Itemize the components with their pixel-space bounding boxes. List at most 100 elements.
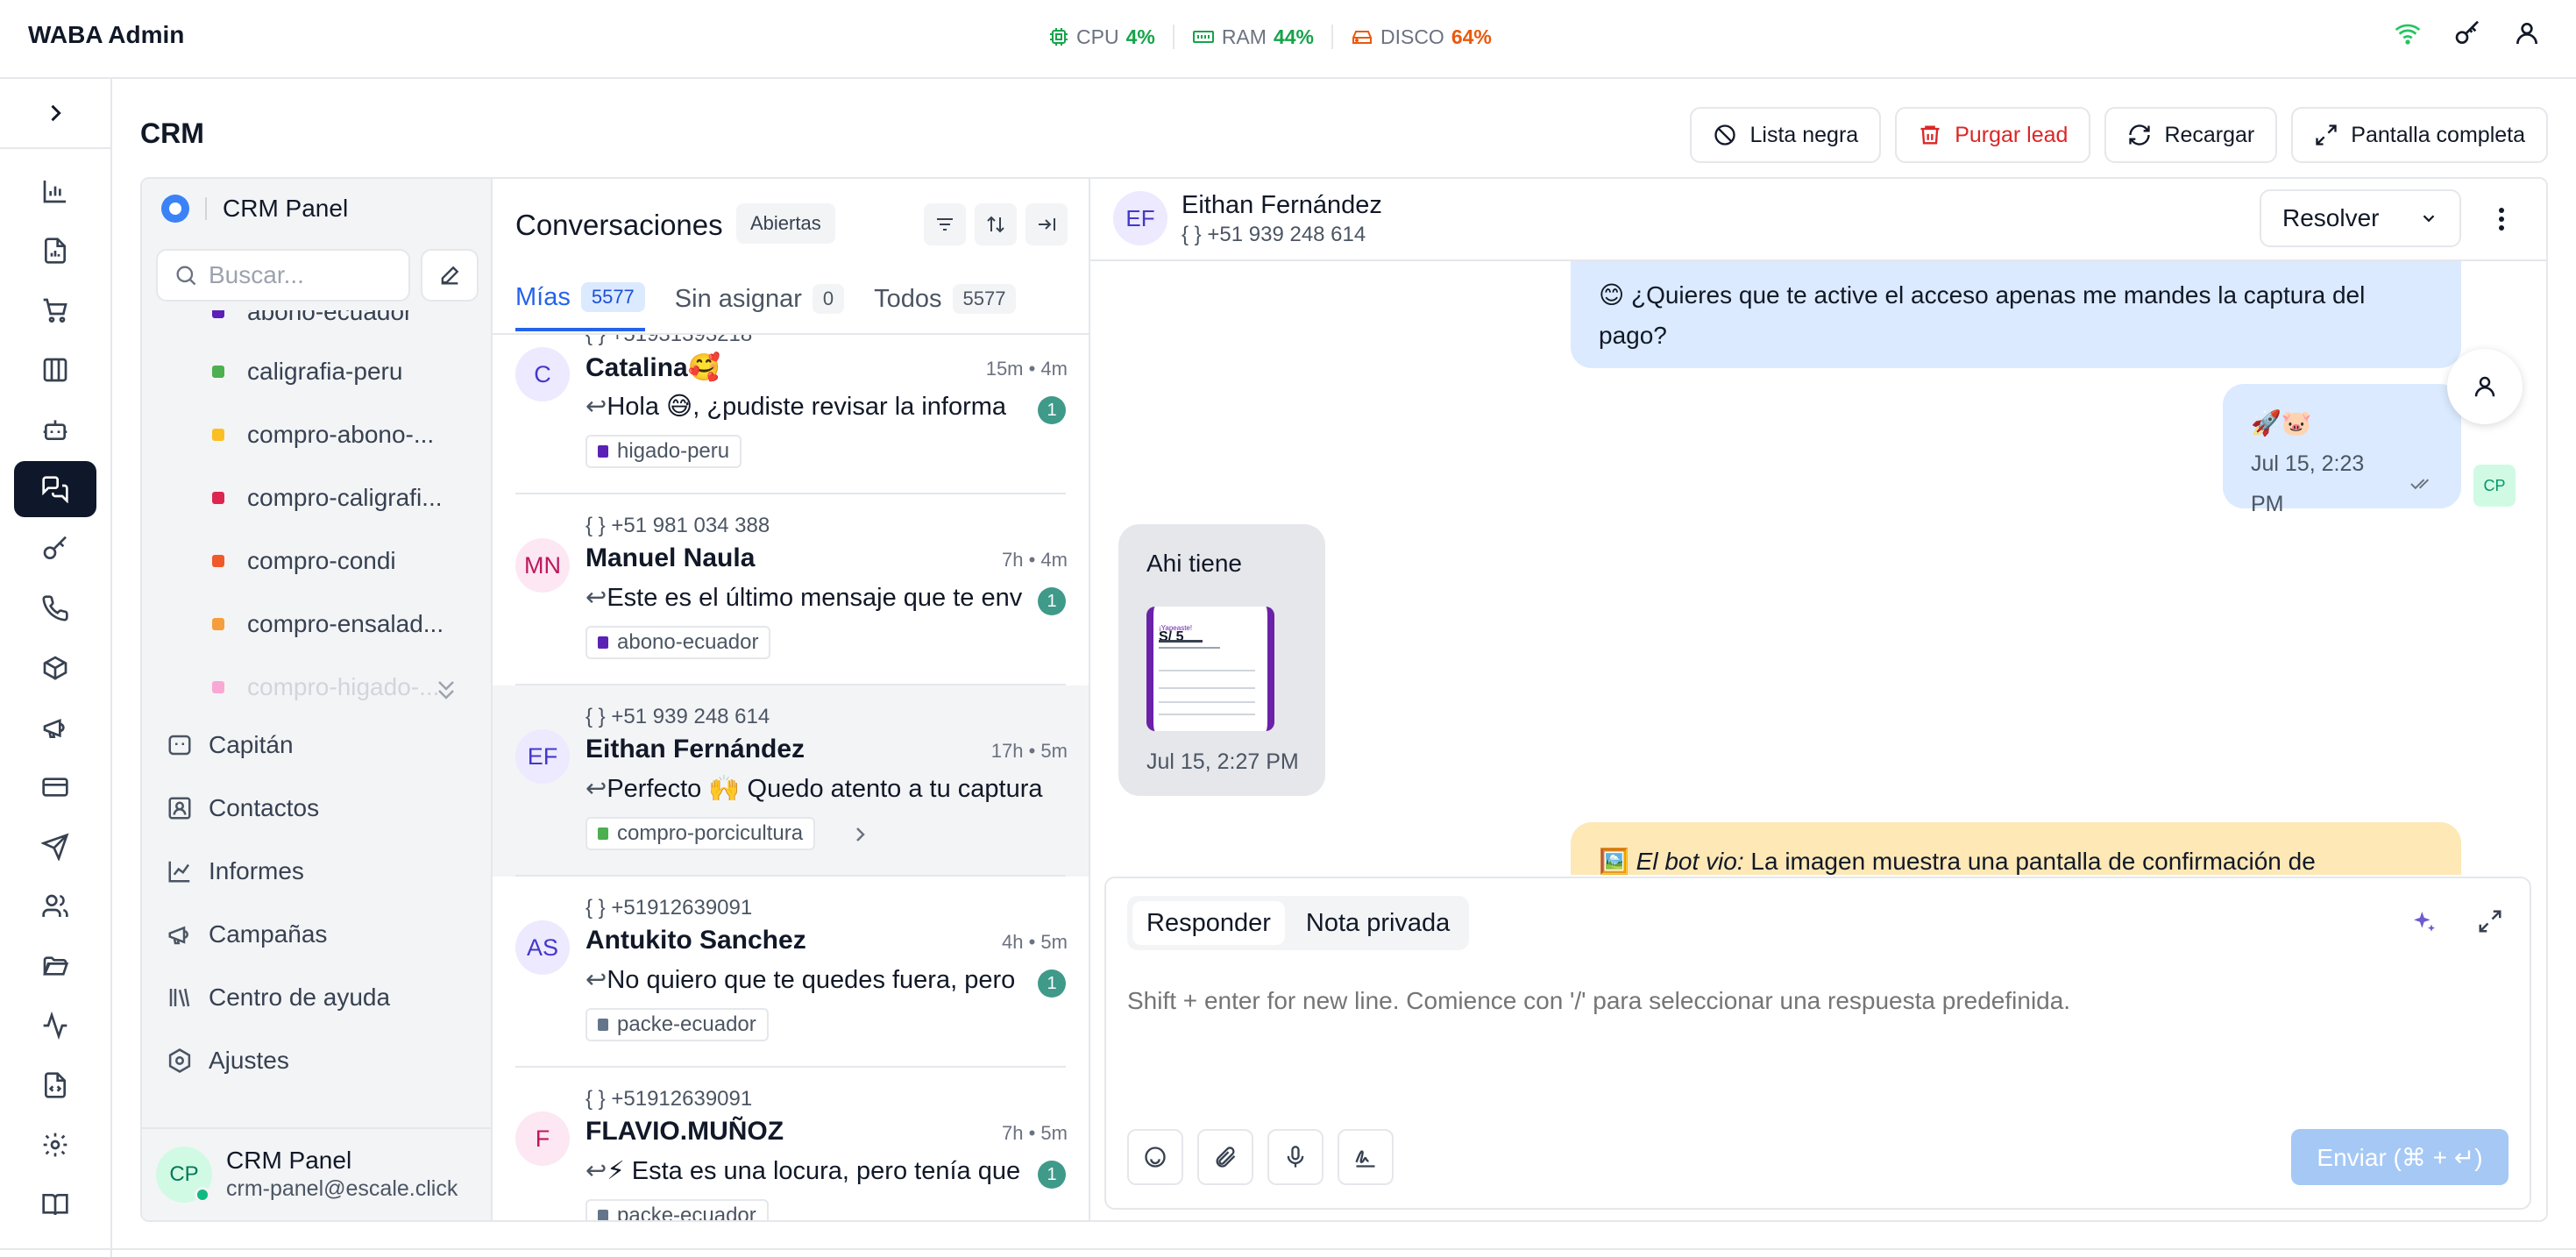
rail-documents[interactable] [14,223,96,279]
rail-billing[interactable] [14,759,96,815]
unread-badge: 1 [1038,587,1066,615]
online-status-icon [195,1187,210,1203]
hard-drive-icon [1352,31,1372,44]
voice-button[interactable] [1267,1129,1323,1185]
rail-keys[interactable] [14,521,96,577]
status-badge[interactable]: Abiertas [736,203,835,244]
label-tag: packe-ecuador [585,1008,769,1041]
search-field[interactable]: Buscar... [156,249,410,302]
signature-button[interactable] [1338,1129,1394,1185]
key-icon[interactable] [2453,19,2481,47]
rail-users[interactable] [14,878,96,934]
expand-rail-button[interactable] [0,79,110,149]
contact-name[interactable]: Eithan Fernández [1182,191,1382,220]
contact-profile-button[interactable] [2447,349,2523,424]
label-item[interactable]: abono-ecuador [212,310,412,326]
message-text: 😊 ¿Quieres que te active el acceso apena… [1599,281,2366,309]
conversation-item[interactable]: { } +51 981 034 388 MN Manuel Naula 7h •… [493,494,1089,685]
conversation-item[interactable]: { } +51912639091 AS Antukito Sanchez 4h … [493,877,1089,1068]
conversation-tabs: Mías 5577 Sin asignar 0 Todos 5577 [515,282,1017,331]
tab-mine[interactable]: Mías 5577 [515,282,645,331]
chevrons-down-icon[interactable] [435,677,458,705]
label-item[interactable]: compro-caligrafi... [212,484,443,512]
rail-calls[interactable] [14,580,96,636]
blacklist-button[interactable]: Lista negra [1690,107,1882,163]
message-outgoing: 😊 ¿Quieres que te active el acceso apena… [1571,261,2461,368]
tag-name: packe-ecuador [617,1012,756,1036]
memory-icon [1192,31,1214,43]
trash-icon [1920,125,1940,145]
fullscreen-button[interactable]: Pantalla completa [2291,107,2548,163]
emoji-button[interactable] [1127,1129,1183,1185]
message-time: Jul 15, 2:27 PM [1146,749,1299,774]
label-item[interactable]: compro-higado-... [212,673,439,701]
resolve-dropdown[interactable]: Resolver [2260,189,2461,247]
profile-name: CRM Panel [226,1147,352,1174]
chevron-right-icon[interactable] [852,824,869,845]
expand-icon[interactable] [2477,908,2503,934]
reload-button[interactable]: Recargar [2104,107,2278,163]
label-color-icon [212,366,224,378]
conversation-item-selected[interactable]: { } +51 939 248 614 EF Eithan Fernández … [493,685,1089,877]
rail-bots[interactable] [14,401,96,458]
tab-all[interactable]: Todos 5577 [874,282,1017,331]
top-icons [2394,19,2541,47]
filter-button[interactable] [924,203,966,245]
sparkles-icon[interactable] [2410,908,2438,936]
cpu-label: CPU [1076,25,1119,48]
message-input[interactable] [1127,987,2494,1015]
tab-reply[interactable]: Responder [1132,901,1285,945]
purge-lead-button[interactable]: Purgar lead [1895,107,2091,163]
collapse-panel-button[interactable] [1025,203,1068,245]
rail-files[interactable] [14,938,96,994]
last-message-text: No quiero que te quedes fuera, pero [607,966,1016,994]
rail-reports[interactable] [14,163,96,219]
more-vertical-icon[interactable] [2489,202,2514,237]
sort-button[interactable] [975,203,1017,245]
label-item[interactable]: caligrafia-peru [212,358,402,386]
rail-templates[interactable] [14,1057,96,1113]
composer-tools [1127,1129,1394,1185]
rail-products[interactable] [14,640,96,696]
bot-square-icon [168,735,191,756]
key-icon [43,536,67,559]
rail-chats[interactable] [14,461,96,517]
nav-help-center[interactable]: Centro de ayuda [167,984,390,1012]
rail-boards[interactable] [14,342,96,398]
nav-campaigns[interactable]: Campañas [167,920,327,948]
conversation-item[interactable]: { } +51931393218 C Catalina🥰 15m • 4m ↩H… [493,335,1089,494]
rail-campaigns[interactable] [14,700,96,756]
label-tag: packe-ecuador [585,1199,769,1222]
user-icon[interactable] [2513,19,2541,47]
book-icon [42,1194,68,1216]
label-tag: abono-ecuador [585,626,771,659]
wifi-icon[interactable] [2394,19,2422,47]
tag-color-icon [598,827,608,840]
message-incoming: Ahi tiene ¡Yapeaste! S/ 5 Jul 15, 2:27 P… [1118,524,1325,796]
nav-captain[interactable]: Capitán [167,731,294,759]
profile-card[interactable]: CP CRM Panel crm-panel@escale.click [142,1127,491,1220]
conversation-item[interactable]: { } +51912639091 F FLAVIO.MUÑOZ 7h • 5m … [493,1068,1089,1222]
avatar[interactable]: EF [1113,191,1167,245]
tag-name: packe-ecuador [617,1204,756,1222]
nav-contacts[interactable]: Contactos [167,794,319,822]
new-conversation-button[interactable] [421,249,479,302]
rail-activity[interactable] [14,998,96,1054]
label-item[interactable]: compro-condi [212,547,396,575]
brand: WABA Admin [28,21,185,48]
rail-broadcast[interactable] [14,819,96,875]
label-item[interactable]: compro-abono-... [212,421,434,449]
tab-private-note[interactable]: Nota privada [1292,901,1464,945]
tab-unassigned[interactable]: Sin asignar 0 [675,282,845,331]
tag-name: higado-peru [617,439,730,463]
attach-button[interactable] [1197,1129,1253,1185]
nav-reports[interactable]: Informes [167,857,304,885]
send-button[interactable]: Enviar (⌘ + ↵) [2291,1129,2509,1185]
rail-settings[interactable] [14,1117,96,1173]
columns-icon [43,358,67,382]
rail-orders[interactable] [14,282,96,338]
label-item[interactable]: compro-ensalad... [212,610,444,638]
rail-docs[interactable] [14,1176,96,1232]
receipt-image[interactable]: ¡Yapeaste! S/ 5 [1146,607,1274,731]
nav-settings[interactable]: Ajustes [167,1047,289,1075]
